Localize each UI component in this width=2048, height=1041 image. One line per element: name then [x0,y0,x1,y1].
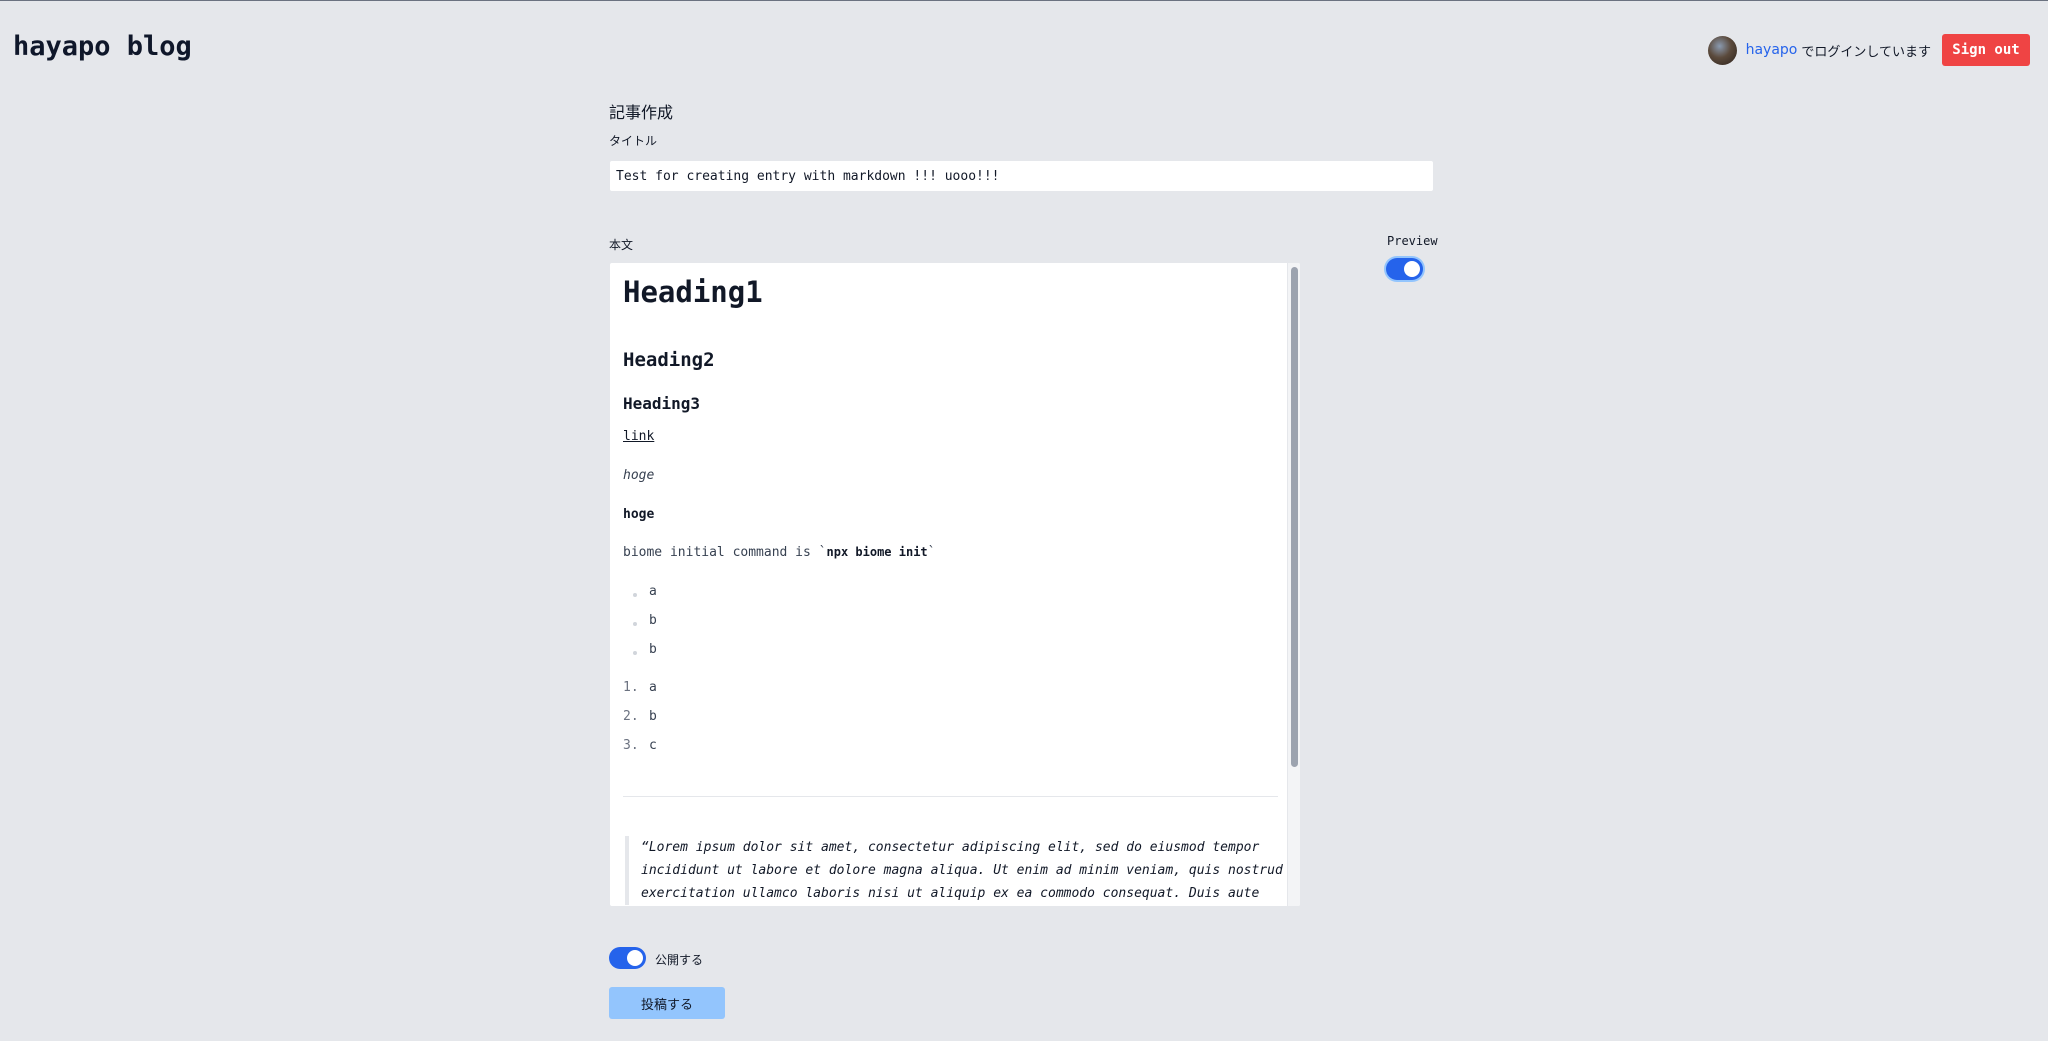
inline-code: npx biome init [826,545,928,559]
sign-out-button[interactable]: Sign out [1942,34,2030,66]
preview-code-paragraph: biome initial command is `npx biome init… [623,545,935,560]
title-input[interactable] [609,160,1434,192]
preview-strong: hoge [623,507,655,522]
login-status-text: でログインしています [1801,44,1931,60]
ordered-list-item: a [649,680,657,695]
ordered-list-number: 3. [623,738,639,753]
list-item: a [649,584,657,599]
preview-link[interactable]: link [623,429,654,444]
preview-scrollbar[interactable] [1287,263,1300,906]
list-item: b [649,642,657,657]
user-name-link[interactable]: hayapo [1746,42,1798,58]
submit-button[interactable]: 投稿する [609,987,725,1019]
preview-blockquote: “Lorem ipsum dolor sit amet, consectetur… [625,836,1285,905]
preview-heading-2: Heading2 [623,349,715,371]
user-area: hayapo でログインしています Sign out [1707,34,2030,66]
ordered-list-number: 1. [623,680,639,695]
bullet-icon [633,593,637,597]
header: hayapo blog hayapo でログインしています Sign out [0,1,2048,97]
preview-heading-3: Heading3 [623,394,701,413]
code-text-before: biome initial command is ` [623,545,827,560]
preview-label: Preview [1387,234,1438,248]
scroll-thumb[interactable] [1291,267,1298,767]
preview-heading-1: Heading1 [623,275,763,309]
horizontal-rule [623,796,1278,797]
preview-toggle[interactable] [1386,258,1423,280]
publish-label: 公開する [655,953,704,967]
title-label: タイトル [609,134,658,148]
preview-emphasis: hoge [623,468,655,483]
site-title[interactable]: hayapo blog [13,31,192,62]
bullet-icon [633,622,637,626]
bullet-icon [633,651,637,655]
markdown-preview[interactable]: Heading1 Heading2 Heading3 link hoge hog… [609,262,1301,907]
list-item: b [649,613,657,628]
code-text-after: ` [927,545,936,560]
page-title: 記事作成 [609,103,674,122]
toggle-knob [627,950,643,966]
body-label: 本文 [609,238,634,252]
avatar[interactable] [1707,35,1737,65]
publish-toggle[interactable] [609,947,646,969]
ordered-list-item: b [649,709,657,724]
ordered-list-item: c [649,738,657,753]
ordered-list-number: 2. [623,709,639,724]
toggle-knob [1404,261,1420,277]
